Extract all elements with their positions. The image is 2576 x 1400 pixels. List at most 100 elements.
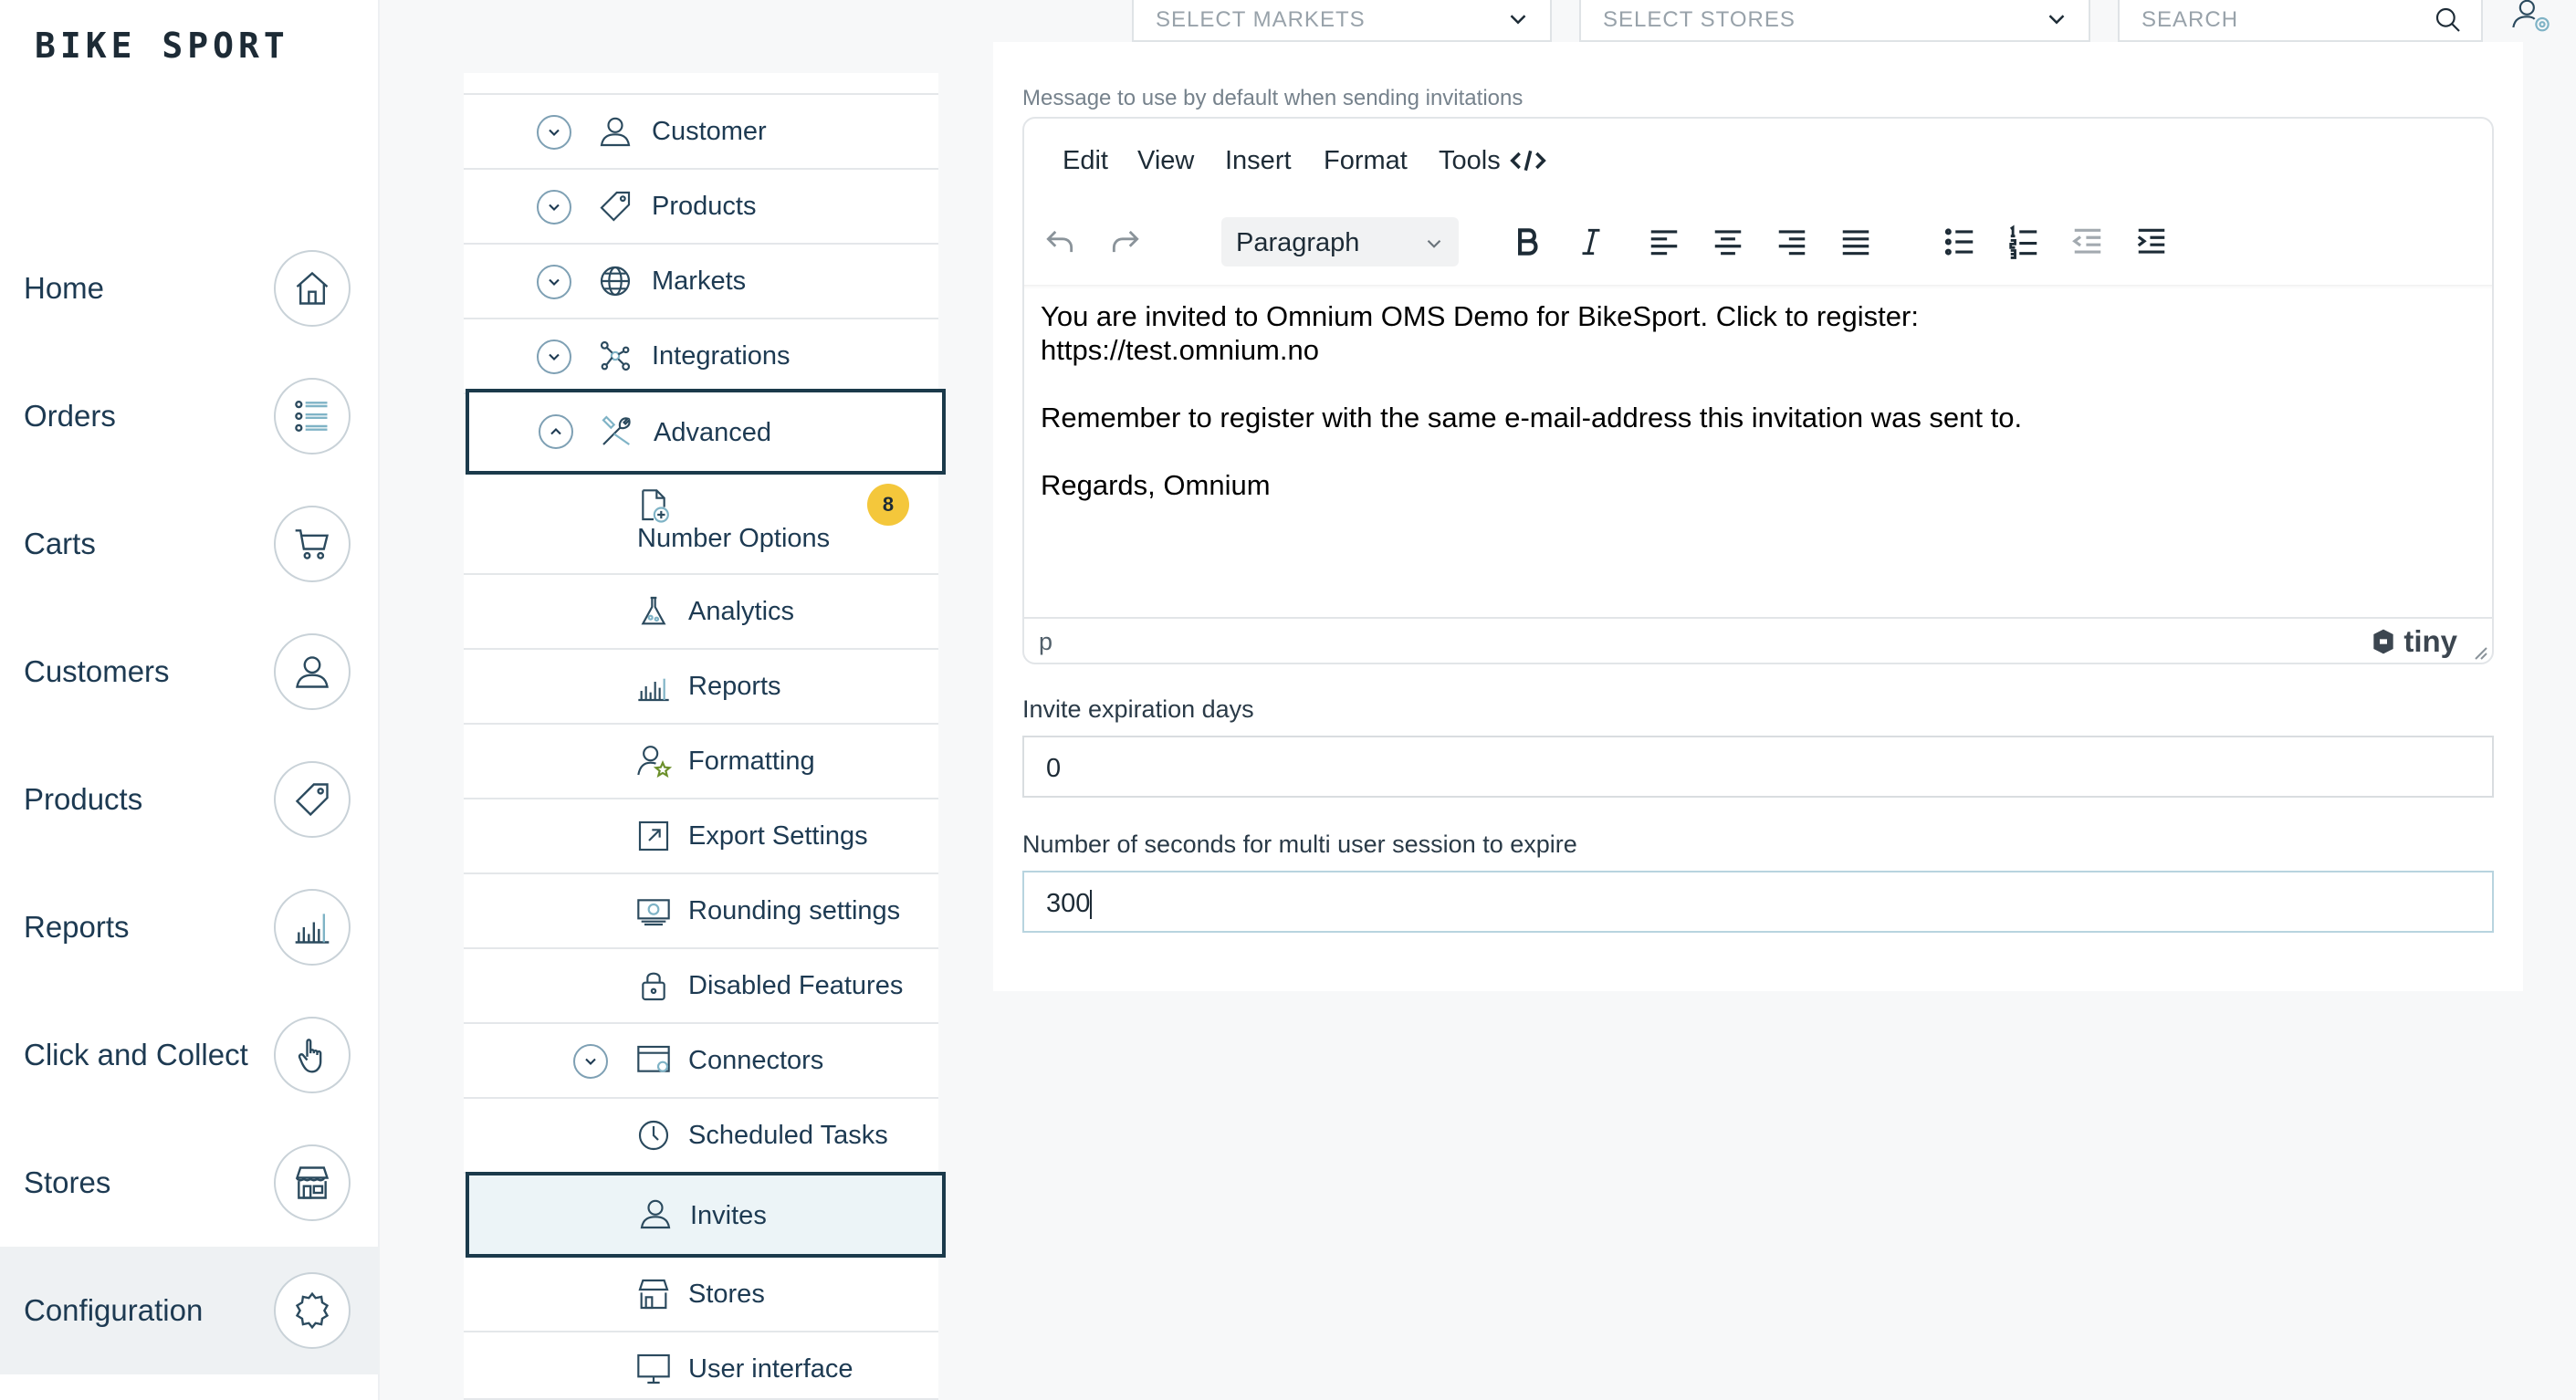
- redo-icon[interactable]: [1103, 219, 1148, 265]
- chevron-down-icon: [2043, 5, 2070, 33]
- tree-item-rounding-settings[interactable]: Rounding settings: [464, 874, 938, 949]
- markets-select[interactable]: SELECT MARKETS: [1132, 0, 1552, 42]
- tiny-logo-text: tiny: [2403, 624, 2457, 658]
- bold-icon[interactable]: [1504, 219, 1550, 265]
- tree-row-partial: [464, 73, 938, 95]
- tree-item-export-settings[interactable]: Export Settings: [464, 799, 938, 874]
- outdent-icon[interactable]: [2065, 219, 2110, 265]
- tree-item-formatting[interactable]: Formatting: [464, 725, 938, 799]
- tree-item-advanced[interactable]: Advanced: [466, 389, 946, 475]
- money-icon: [635, 893, 672, 929]
- markets-select-placeholder: SELECT MARKETS: [1156, 7, 1366, 32]
- stores-select[interactable]: SELECT STORES: [1579, 0, 2090, 42]
- text-cursor: [1090, 890, 1093, 920]
- nav-label: Configuration: [24, 1293, 204, 1327]
- nav-item-click-and-collect[interactable]: Click and Collect: [0, 991, 380, 1119]
- resize-handle-icon[interactable]: [2470, 643, 2488, 661]
- chevron-down-icon: [1422, 232, 1446, 256]
- count-badge: 8: [867, 484, 909, 526]
- undo-icon[interactable]: [1037, 219, 1083, 265]
- menu-tools[interactable]: Tools: [1439, 146, 1501, 176]
- tree-item-markets[interactable]: Markets: [464, 245, 938, 319]
- brand-logo[interactable]: BIKE SPORT: [35, 26, 289, 66]
- search-icon[interactable]: [2434, 5, 2463, 35]
- align-center-icon[interactable]: [1705, 219, 1751, 265]
- tree-item-user-interface[interactable]: User interface: [464, 1332, 938, 1400]
- tree-item-integrations[interactable]: Integrations: [464, 319, 938, 394]
- editor-content[interactable]: You are invited to Omnium OMS Demo for B…: [1024, 285, 2492, 617]
- tiny-logo[interactable]: tiny: [2369, 624, 2457, 659]
- nav-item-reports[interactable]: Reports: [0, 863, 380, 991]
- tree-item-scheduled-tasks[interactable]: Scheduled Tasks: [464, 1099, 938, 1174]
- editor-paragraph: Remember to register with the same e-mai…: [1041, 401, 2476, 434]
- tree-item-analytics[interactable]: Analytics: [464, 575, 938, 650]
- menu-edit[interactable]: Edit: [1063, 146, 1108, 176]
- nav-item-home[interactable]: Home: [0, 225, 380, 352]
- session-expire-input[interactable]: 300: [1022, 871, 2494, 933]
- tree-item-label: Integrations: [652, 341, 791, 371]
- tag-icon: [597, 188, 634, 225]
- nav-label: Orders: [24, 399, 116, 433]
- indent-icon[interactable]: [2129, 219, 2174, 265]
- nav-item-configuration[interactable]: Configuration: [0, 1247, 380, 1374]
- user-icon: [597, 113, 634, 150]
- chevron-down-icon[interactable]: [537, 190, 571, 225]
- tools-icon: [599, 413, 635, 449]
- tree-item-label: Advanced: [654, 418, 771, 447]
- tree-item-customer[interactable]: Customer: [464, 95, 938, 170]
- editor-line: https://test.omnium.no: [1041, 334, 1319, 366]
- nav-label: Reports: [24, 910, 130, 944]
- element-path[interactable]: p: [1039, 628, 1052, 656]
- code-icon[interactable]: [1510, 146, 1546, 175]
- globe-icon: [597, 263, 634, 299]
- editor-line: You are invited to Omnium OMS Demo for B…: [1041, 300, 1919, 332]
- bullet-list-icon[interactable]: [1937, 219, 1983, 265]
- italic-icon[interactable]: [1568, 219, 1614, 265]
- block-format-select[interactable]: Paragraph: [1221, 217, 1459, 266]
- align-left-icon[interactable]: [1641, 219, 1687, 265]
- menu-format[interactable]: Format: [1324, 146, 1408, 176]
- block-format-value: Paragraph: [1236, 228, 1360, 257]
- gear-icon: [274, 1272, 351, 1349]
- chevron-down-icon[interactable]: [537, 265, 571, 299]
- nav-item-customers[interactable]: Customers: [0, 608, 380, 736]
- chevron-down-icon[interactable]: [573, 1044, 608, 1079]
- chevron-down-icon[interactable]: [537, 115, 571, 150]
- chevron-down-icon[interactable]: [537, 340, 571, 374]
- user-settings-icon[interactable]: [2510, 0, 2556, 37]
- editor-menubar: Edit View Insert Format Tools: [1024, 119, 2492, 201]
- nav-label: Carts: [24, 527, 96, 560]
- tree-item-products[interactable]: Products: [464, 170, 938, 245]
- tree-item-stores[interactable]: Stores: [464, 1258, 938, 1332]
- message-label: Message to use by default when sending i…: [1022, 86, 1524, 110]
- tree-item-disabled-features[interactable]: Disabled Features: [464, 949, 938, 1024]
- tree-item-reports[interactable]: Reports: [464, 650, 938, 725]
- monitor-icon: [635, 1351, 672, 1387]
- user-icon: [274, 633, 351, 710]
- session-expire-value: 300: [1046, 889, 1091, 918]
- search-input[interactable]: SEARCH: [2118, 0, 2483, 42]
- menu-insert[interactable]: Insert: [1225, 146, 1292, 176]
- nav-item-carts[interactable]: Carts: [0, 480, 380, 608]
- session-expire-label: Number of seconds for multi user session…: [1022, 831, 1577, 858]
- tree-item-number-options[interactable]: Number Options 8: [464, 475, 938, 575]
- invite-expiration-input[interactable]: 0: [1022, 736, 2494, 798]
- menu-view[interactable]: View: [1137, 146, 1194, 176]
- nav-item-products[interactable]: Products: [0, 736, 380, 863]
- tree-item-label: Stores: [688, 1280, 765, 1309]
- tree-item-connectors[interactable]: Connectors: [464, 1024, 938, 1099]
- nav-item-orders[interactable]: Orders: [0, 352, 380, 480]
- align-right-icon[interactable]: [1769, 219, 1815, 265]
- numbered-list-icon[interactable]: [2001, 219, 2047, 265]
- align-justify-icon[interactable]: [1833, 219, 1879, 265]
- tree-item-label: Analytics: [688, 597, 795, 626]
- user-icon: [637, 1196, 674, 1232]
- nav-item-stores[interactable]: Stores: [0, 1119, 380, 1247]
- tiny-logo-icon: [2369, 627, 2398, 656]
- chevron-up-icon[interactable]: [539, 414, 573, 449]
- tree-item-label: Scheduled Tasks: [688, 1121, 888, 1150]
- integration-icon: [597, 338, 634, 374]
- tree-item-label: User interface: [688, 1354, 853, 1384]
- tree-item-invites[interactable]: Invites: [466, 1172, 946, 1258]
- bar-chart-icon: [274, 889, 351, 966]
